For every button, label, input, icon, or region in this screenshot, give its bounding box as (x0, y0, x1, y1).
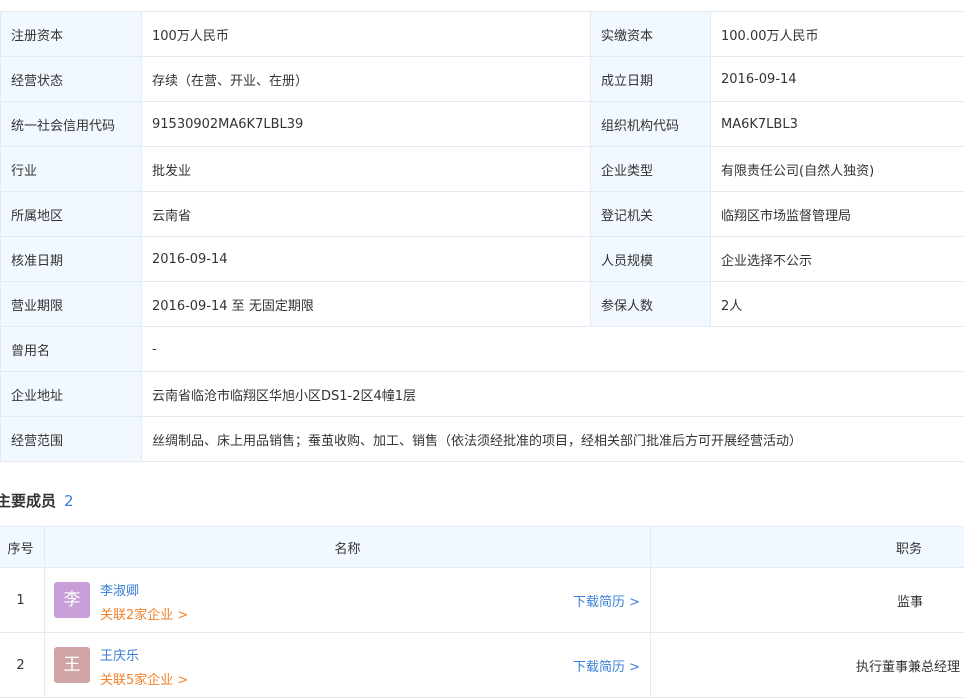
header-name: 名称 (44, 526, 651, 568)
member-name-link[interactable]: 王庆乐 (100, 645, 139, 664)
header-index: 序号 (0, 526, 45, 568)
company-info-table: 注册资本 100万人民币 实缴资本 100.00万人民币 经营状态 存续（在营、… (0, 11, 964, 462)
members-header-row: 序号 名称 职务 (0, 526, 964, 568)
related-companies-link[interactable]: 关联2家企业 > (100, 604, 188, 623)
info-value: 云南省临沧市临翔区华旭小区DS1-2区4幢1层 (141, 371, 964, 417)
avatar[interactable]: 李 (54, 582, 90, 618)
info-key: 参保人数 (590, 281, 711, 327)
related-companies-link[interactable]: 关联5家企业 > (100, 669, 188, 688)
member-row: 1 李 李淑卿 关联2家企业 > 下载简历 > 监事 (0, 567, 964, 633)
info-row: 统一社会信用代码 91530902MA6K7LBL39 组织机构代码 MA6K7… (0, 101, 964, 147)
info-key: 企业类型 (590, 146, 711, 192)
header-role: 职务 (650, 526, 964, 568)
info-row: 行业 批发业 企业类型 有限责任公司(自然人独资) (0, 146, 964, 192)
info-row: 经营状态 存续（在营、开业、在册） 成立日期 2016-09-14 (0, 56, 964, 102)
avatar[interactable]: 王 (54, 647, 90, 683)
member-role: 执行董事兼总经理 (650, 632, 964, 698)
info-value: 91530902MA6K7LBL39 (141, 101, 591, 147)
info-key: 人员规模 (590, 236, 711, 282)
info-value: - (141, 326, 964, 372)
info-key: 行业 (0, 146, 142, 192)
info-value: MA6K7LBL3 (710, 101, 964, 147)
info-value: 100万人民币 (141, 11, 591, 57)
members-section-title: 主要成员 2 (0, 490, 74, 511)
info-key: 实缴资本 (590, 11, 711, 57)
info-row-wide: 企业地址 云南省临沧市临翔区华旭小区DS1-2区4幢1层 (0, 371, 964, 417)
info-key: 企业地址 (0, 371, 142, 417)
info-row: 所属地区 云南省 登记机关 临翔区市场监督管理局 (0, 191, 964, 237)
member-index: 2 (0, 632, 45, 698)
info-value: 批发业 (141, 146, 591, 192)
info-key: 核准日期 (0, 236, 142, 282)
info-row-wide: 经营范围 丝绸制品、床上用品销售；蚕茧收购、加工、销售（依法须经批准的项目，经相… (0, 416, 964, 462)
info-key: 营业期限 (0, 281, 142, 327)
info-key: 成立日期 (590, 56, 711, 102)
info-key: 注册资本 (0, 11, 142, 57)
info-value: 云南省 (141, 191, 591, 237)
info-value: 2人 (710, 281, 964, 327)
member-name-cell: 王 王庆乐 关联5家企业 > 下载简历 > (44, 632, 651, 698)
member-role: 监事 (650, 567, 964, 633)
info-key: 组织机构代码 (590, 101, 711, 147)
info-value: 100.00万人民币 (710, 11, 964, 57)
member-name-cell: 李 李淑卿 关联2家企业 > 下载简历 > (44, 567, 651, 633)
info-value: 有限责任公司(自然人独资) (710, 146, 964, 192)
members-title: 主要成员 (0, 492, 57, 510)
member-name-link[interactable]: 李淑卿 (100, 580, 139, 599)
info-row: 核准日期 2016-09-14 人员规模 企业选择不公示 (0, 236, 964, 282)
info-key: 所属地区 (0, 191, 142, 237)
info-value: 临翔区市场监督管理局 (710, 191, 964, 237)
info-value: 企业选择不公示 (710, 236, 964, 282)
info-value: 存续（在营、开业、在册） (141, 56, 591, 102)
info-row: 营业期限 2016-09-14 至 无固定期限 参保人数 2人 (0, 281, 964, 327)
info-key: 经营范围 (0, 416, 142, 462)
info-key: 经营状态 (0, 56, 142, 102)
member-index: 1 (0, 567, 45, 633)
members-table: 序号 名称 职务 1 李 李淑卿 关联2家企业 > 下载简历 > 监事 2 王 (0, 526, 964, 698)
info-value: 丝绸制品、床上用品销售；蚕茧收购、加工、销售（依法须经批准的项目，经相关部门批准… (141, 416, 964, 462)
download-resume-link[interactable]: 下载简历 > (573, 656, 640, 675)
info-key: 曾用名 (0, 326, 142, 372)
members-count: 2 (64, 492, 74, 510)
info-value: 2016-09-14 至 无固定期限 (141, 281, 591, 327)
download-resume-link[interactable]: 下载简历 > (573, 591, 640, 610)
info-key: 登记机关 (590, 191, 711, 237)
info-row-wide: 曾用名 - (0, 326, 964, 372)
info-value: 2016-09-14 (710, 56, 964, 102)
info-key: 统一社会信用代码 (0, 101, 142, 147)
info-row: 注册资本 100万人民币 实缴资本 100.00万人民币 (0, 11, 964, 57)
info-value: 2016-09-14 (141, 236, 591, 282)
member-row: 2 王 王庆乐 关联5家企业 > 下载简历 > 执行董事兼总经理 (0, 632, 964, 698)
